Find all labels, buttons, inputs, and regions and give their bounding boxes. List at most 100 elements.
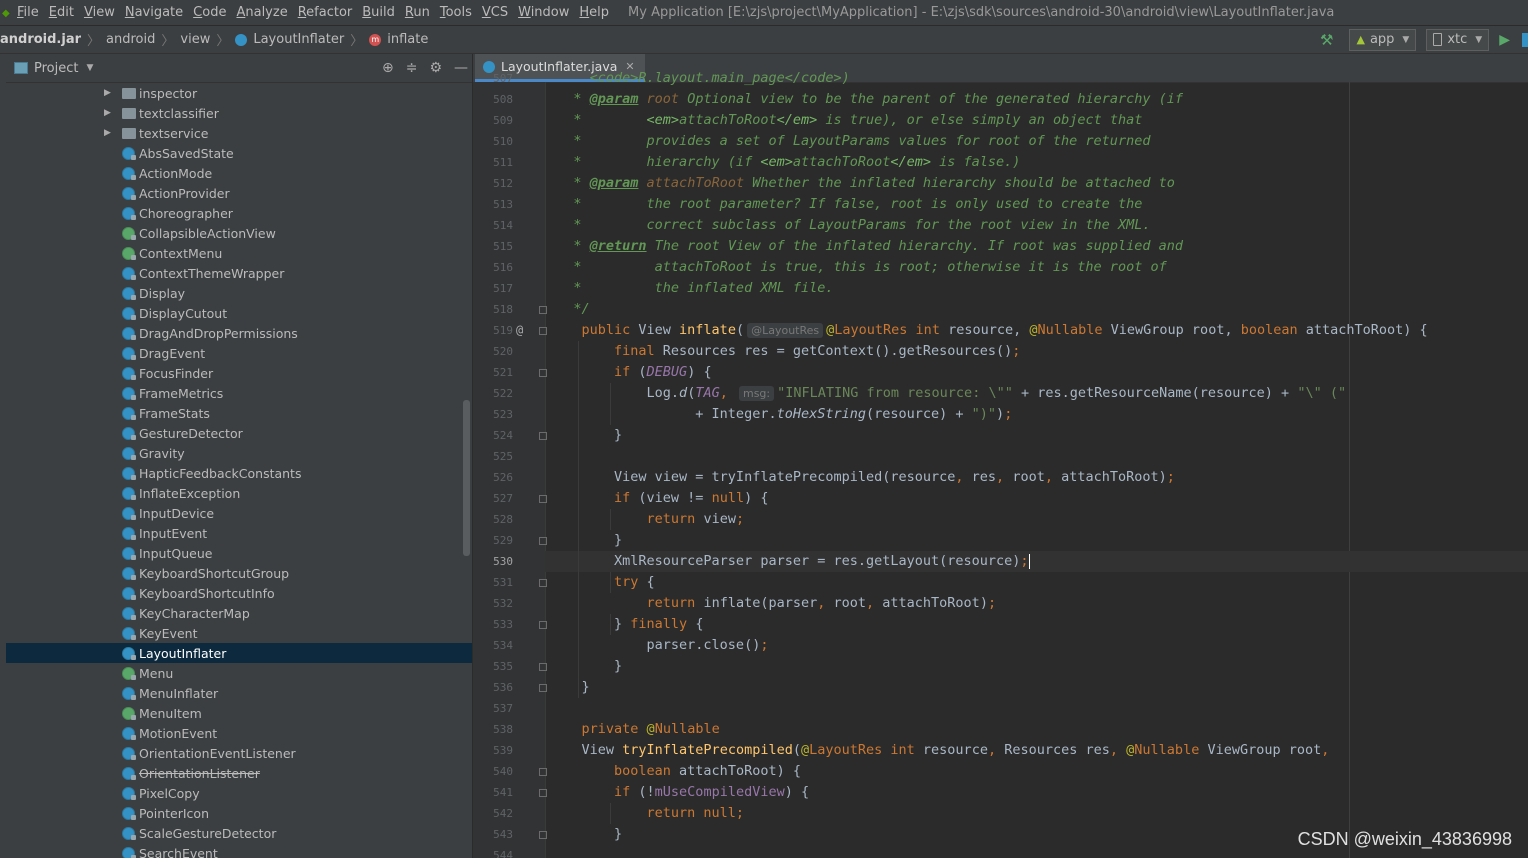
code-area[interactable]: 507 <code>R.layout.main_page</code>) 508 … <box>473 70 1528 858</box>
fold-marker-icon[interactable] <box>539 768 547 776</box>
tree-folder-row[interactable]: ▶ textservice <box>6 123 472 143</box>
build-hammer-icon[interactable]: ⚒ <box>1320 31 1333 49</box>
menu-code[interactable]: Code <box>188 5 231 20</box>
fold-marker-icon[interactable] <box>539 327 547 335</box>
fold-marker-icon[interactable] <box>539 789 547 797</box>
menu-build[interactable]: Build <box>357 5 400 20</box>
locate-icon[interactable]: ⊕ <box>382 60 394 76</box>
tree-item-row[interactable]: DragEvent <box>6 343 472 363</box>
tree-item-row[interactable]: KeyEvent <box>6 623 472 643</box>
breadcrumb-package-view[interactable]: view <box>180 32 210 47</box>
breadcrumb-class[interactable]: LayoutInflater <box>253 32 344 47</box>
tree-item-row[interactable]: OrientationEventListener <box>6 743 472 763</box>
breadcrumb-jar[interactable]: android.jar <box>0 32 81 47</box>
tree-folder-row[interactable]: ▶ inspector <box>6 83 472 103</box>
line-number[interactable]: 536 <box>473 677 513 698</box>
line-number[interactable]: 537 <box>473 698 513 719</box>
tree-item-row[interactable]: ActionProvider <box>6 183 472 203</box>
chevron-right-icon[interactable]: ▶ <box>104 108 111 118</box>
menu-refactor[interactable]: Refactor <box>293 5 358 20</box>
tree-item-row[interactable]: OrientationListener <box>6 763 472 783</box>
line-number[interactable]: 510 <box>473 131 513 152</box>
line-number[interactable]: 520 <box>473 341 513 362</box>
override-marker-icon[interactable]: @ <box>516 320 528 341</box>
line-number[interactable]: 511 <box>473 152 513 173</box>
fold-marker-icon[interactable] <box>539 684 547 692</box>
tree-item-row[interactable]: DragAndDropPermissions <box>6 323 472 343</box>
line-number[interactable]: 531 <box>473 572 513 593</box>
menu-window[interactable]: Window <box>513 5 574 20</box>
line-number[interactable]: 543 <box>473 824 513 845</box>
fold-marker-icon[interactable] <box>539 369 547 377</box>
collapse-all-icon[interactable]: ≑ <box>406 60 418 76</box>
tree-item-row[interactable]: InflateException <box>6 483 472 503</box>
breadcrumb-method[interactable]: inflate <box>387 32 428 47</box>
tree-item-row[interactable]: LayoutInflater <box>6 643 472 663</box>
chevron-right-icon[interactable]: ▶ <box>104 128 111 138</box>
tree-item-row[interactable]: Menu <box>6 663 472 683</box>
tree-item-row[interactable]: KeyCharacterMap <box>6 603 472 623</box>
tree-folder-row[interactable]: ▶ textclassifier <box>6 103 472 123</box>
tree-scrollbar[interactable] <box>463 400 470 556</box>
line-number[interactable]: 534 <box>473 635 513 656</box>
fold-marker-icon[interactable] <box>539 831 547 839</box>
line-number[interactable]: 514 <box>473 215 513 236</box>
line-number[interactable]: 527 <box>473 488 513 509</box>
line-number[interactable]: 525 <box>473 446 513 467</box>
line-number[interactable]: 533 <box>473 614 513 635</box>
line-number[interactable]: 539 <box>473 740 513 761</box>
fold-marker-icon[interactable] <box>539 306 547 314</box>
gear-icon[interactable]: ⚙ <box>429 60 442 76</box>
line-number[interactable]: 516 <box>473 257 513 278</box>
menu-navigate[interactable]: Navigate <box>120 5 188 20</box>
tree-item-row[interactable]: HapticFeedbackConstants <box>6 463 472 483</box>
chevron-down-icon[interactable]: ▼ <box>86 63 93 73</box>
fold-marker-icon[interactable] <box>539 663 547 671</box>
tree-item-row[interactable]: PixelCopy <box>6 783 472 803</box>
tree-item-row[interactable]: FocusFinder <box>6 363 472 383</box>
fold-marker-icon[interactable] <box>539 495 547 503</box>
line-number[interactable]: 522 <box>473 383 513 404</box>
tree-item-row[interactable]: Display <box>6 283 472 303</box>
line-number[interactable]: 532 <box>473 593 513 614</box>
menu-run[interactable]: Run <box>400 5 435 20</box>
tree-item-row[interactable]: SearchEvent <box>6 843 472 858</box>
breadcrumb-package-android[interactable]: android <box>106 32 155 47</box>
tree-item-row[interactable]: KeyboardShortcutInfo <box>6 583 472 603</box>
line-number[interactable]: 530 <box>473 551 513 572</box>
run-icon[interactable]: ▶ <box>1499 32 1510 48</box>
line-number[interactable]: 507 <box>473 68 513 89</box>
tree-item-row[interactable]: DisplayCutout <box>6 303 472 323</box>
line-number[interactable]: 541 <box>473 782 513 803</box>
menu-analyze[interactable]: Analyze <box>231 5 292 20</box>
line-number[interactable]: 521 <box>473 362 513 383</box>
menu-view[interactable]: View <box>79 5 120 20</box>
tree-item-row[interactable]: PointerIcon <box>6 803 472 823</box>
line-number[interactable]: 509 <box>473 110 513 131</box>
tree-item-row[interactable]: KeyboardShortcutGroup <box>6 563 472 583</box>
tree-item-row[interactable]: ScaleGestureDetector <box>6 823 472 843</box>
overflow-icon[interactable] <box>1522 32 1528 47</box>
line-number[interactable]: 538 <box>473 719 513 740</box>
tree-item-row[interactable]: CollapsibleActionView <box>6 223 472 243</box>
fold-marker-icon[interactable] <box>539 621 547 629</box>
line-number[interactable]: 515 <box>473 236 513 257</box>
menu-tools[interactable]: Tools <box>435 5 477 20</box>
tree-item-row[interactable]: MenuItem <box>6 703 472 723</box>
line-number[interactable]: 512 <box>473 173 513 194</box>
tree-item-row[interactable]: InputQueue <box>6 543 472 563</box>
line-number[interactable]: 513 <box>473 194 513 215</box>
tree-item-row[interactable]: AbsSavedState <box>6 143 472 163</box>
line-number[interactable]: 508 <box>473 89 513 110</box>
fold-marker-icon[interactable] <box>539 537 547 545</box>
tree-item-row[interactable]: Gravity <box>6 443 472 463</box>
line-number[interactable]: 519 <box>473 320 513 341</box>
line-number[interactable]: 528 <box>473 509 513 530</box>
tree-item-row[interactable]: FrameStats <box>6 403 472 423</box>
menu-help[interactable]: Help <box>574 5 614 20</box>
line-number[interactable]: 517 <box>473 278 513 299</box>
tree-item-row[interactable]: Choreographer <box>6 203 472 223</box>
tree-item-row[interactable]: ContextThemeWrapper <box>6 263 472 283</box>
tree-item-row[interactable]: FrameMetrics <box>6 383 472 403</box>
line-number[interactable]: 518 <box>473 299 513 320</box>
